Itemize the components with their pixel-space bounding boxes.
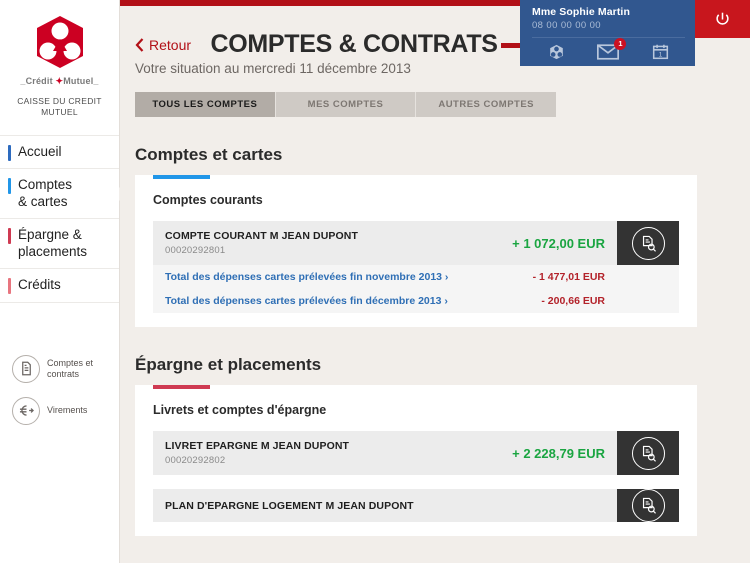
user-panel: Mme Sophie Martin 08 00 00 00 00 1 1 [520,0,695,66]
mail-icon[interactable]: 1 [597,37,627,65]
brand-logo-block: _Crédit ✦Mutuel_ CAISSE DU CREDIT MUTUEL [0,0,119,119]
page-title-text: COMPTES & CONTRATS [210,30,498,58]
account-detail-button[interactable] [617,431,679,475]
sidebar-item-accueil[interactable]: Accueil [0,134,119,170]
sub-row[interactable]: Total des dépenses cartes prélevées fin … [153,289,679,313]
tab-mes-comptes[interactable]: MES COMPTES [275,92,417,117]
account-row: COMPTE COURANT M JEAN DUPONT 00020292801… [153,221,679,265]
brand-wordmark: _Crédit ✦Mutuel_ [20,76,99,86]
sub-row-amount: - 1 477,01 EUR [532,271,605,283]
account-name: COMPTE COURANT M JEAN DUPONT [165,230,358,242]
sub-row[interactable]: Total des dépenses cartes prélevées fin … [153,265,679,289]
sidebar-item-label: Accueil [18,143,62,159]
quick-link-comptes-contrats[interactable]: Comptes et contrats [12,354,119,383]
section-title-epargne-et-placements: Épargne et placements [135,355,322,374]
account-balance: + 2 228,79 EUR [512,445,605,461]
account-tabs: TOUS LES COMPTES MES COMPTES AUTRES COMP… [135,92,557,117]
sidebar: _Crédit ✦Mutuel_ CAISSE DU CREDIT MUTUEL… [0,0,126,563]
document-search-icon [631,436,665,470]
back-link[interactable]: Retour [135,37,191,53]
sidebar-item-comptes-cartes[interactable]: Comptes & cartes [0,169,126,220]
user-name: Mme Sophie Martin [532,6,630,18]
account-detail-button[interactable] [617,489,679,522]
sidebar-item-credits[interactable]: Crédits [0,269,119,303]
account-info[interactable]: LIVRET EPARGNE M JEAN DUPONT 00020292802… [153,431,617,475]
sidebar-nav: Accueil Comptes & cartes Épargne & placeme… [0,134,126,303]
back-link-label: Retour [149,37,192,53]
sub-row-label: Total des dépenses cartes prélevées fin … [165,295,448,307]
account-balance: + 1 072,00 EUR [512,235,605,251]
svg-text:1: 1 [658,52,662,59]
card-heading: Livrets et comptes d'épargne [153,403,327,417]
caisse-line-1: CAISSE DU CREDIT [17,96,102,106]
account-number: 00020292801 [165,245,226,256]
sidebar-item-label: Comptes & cartes [18,177,73,209]
account-name: PLAN D'EPARGNE LOGEMENT M JEAN DUPONT [165,499,414,512]
chevron-left-icon [135,38,144,52]
card-livrets-epargne: Livrets et comptes d'épargne LIVRET EPAR… [135,385,697,536]
credit-mutuel-logo-icon [36,16,83,68]
power-icon[interactable] [695,0,750,38]
account-identity: COMPTE COURANT M JEAN DUPONT 00020292801 [165,230,358,256]
account-identity: PLAN D'EPARGNE LOGEMENT M JEAN DUPONT [165,500,414,512]
account-row: PLAN D'EPARGNE LOGEMENT M JEAN DUPONT [153,489,679,522]
wordmark-mutuel: Mutuel [63,76,94,86]
sidebar-quick-links: Comptes et contrats Virements [0,354,119,425]
user-panel-icons: 1 1 [532,37,685,65]
account-number: 00020292802 [165,455,226,466]
account-detail-button[interactable] [617,221,679,265]
card-comptes-courants: Comptes courants COMPTE COURANT M JEAN D… [135,175,697,327]
document-search-icon [631,489,665,522]
card-accent-bar [153,175,210,179]
document-search-icon [631,226,665,260]
quick-link-label: Comptes et contrats [47,357,94,379]
account-name: LIVRET EPARGNE M JEAN DUPONT [165,440,350,452]
card-accent-bar [153,385,210,389]
nav-accent-bar [8,144,11,161]
sidebar-item-label: Crédits [18,277,61,293]
nav-accent-bar [8,278,11,295]
document-icon [12,354,40,383]
account-identity: LIVRET EPARGNE M JEAN DUPONT 00020292802 [165,440,349,466]
wordmark-credit: Crédit [25,76,53,86]
section-title-comptes-et-cartes: Comptes et cartes [135,145,283,164]
user-phone: 08 00 00 00 00 [532,20,601,31]
account-info[interactable]: PLAN D'EPARGNE LOGEMENT M JEAN DUPONT [153,489,617,522]
nav-accent-bar [8,178,11,195]
credit-mutuel-logo-icon[interactable] [548,44,565,65]
sub-row-amount: - 200,66 EUR [541,295,605,307]
account-info[interactable]: COMPTE COURANT M JEAN DUPONT 00020292801… [153,221,617,265]
calendar-icon[interactable]: 1 [652,43,669,65]
card-heading: Comptes courants [153,193,263,207]
app-root: _Crédit ✦Mutuel_ CAISSE DU CREDIT MUTUEL… [0,0,750,563]
sub-row-label: Total des dépenses cartes prélevées fin … [165,271,449,283]
sidebar-item-epargne-placements[interactable]: Épargne & placements [0,219,119,270]
quick-link-virements[interactable]: Virements [12,396,119,425]
caisse-line-2: MUTUEL [41,107,78,118]
nav-accent-bar [8,228,11,245]
caisse-label: CAISSE DU CREDIT MUTUEL [0,96,119,119]
euro-transfer-icon [12,396,40,425]
quick-link-label: Virements [47,405,88,416]
page-title: COMPTES & CONTRATS [210,30,527,59]
account-row: LIVRET EPARGNE M JEAN DUPONT 00020292802… [153,431,679,475]
mail-badge-count: 1 [614,37,627,50]
main-content: Retour COMPTES & CONTRATS Votre situatio… [120,6,750,563]
tab-autres-comptes[interactable]: AUTRES COMPTES [416,92,557,117]
tab-tous-les-comptes[interactable]: TOUS LES COMPTES [135,92,276,117]
sidebar-item-label: Épargne & placements [18,227,88,259]
